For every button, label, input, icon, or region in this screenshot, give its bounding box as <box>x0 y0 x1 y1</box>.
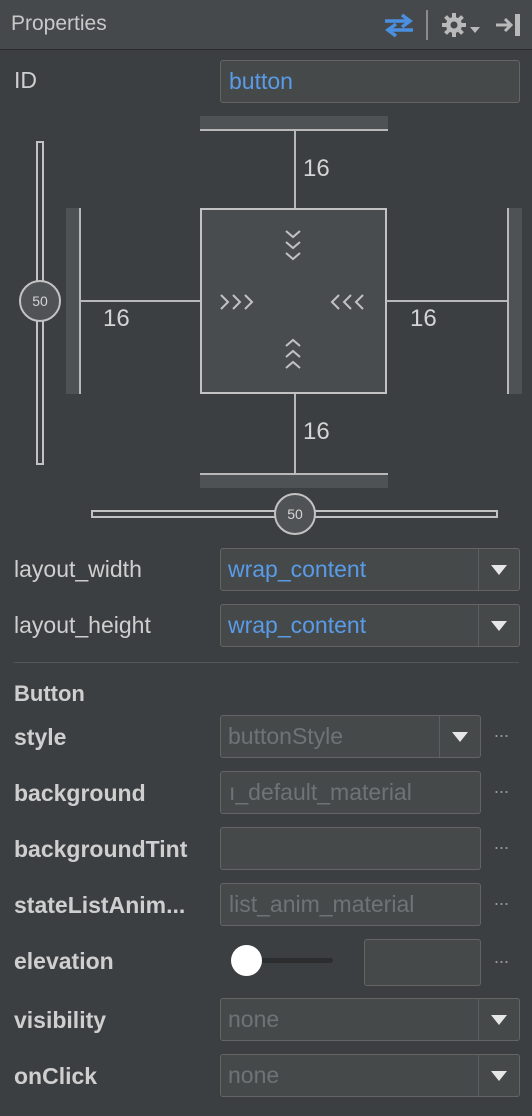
margin-bottom-value[interactable]: 16 <box>303 418 330 446</box>
vertical-bias-value[interactable]: 50 <box>20 292 60 310</box>
visibility-dropdown[interactable]: none <box>220 998 520 1041</box>
pin-to-side-icon[interactable] <box>494 12 522 38</box>
layout-width-dropdown[interactable]: wrap_content <box>220 548 520 591</box>
swap-arrows-icon[interactable] <box>381 12 417 38</box>
layout-width-value: wrap_content <box>228 556 367 582</box>
margin-right-value[interactable]: 16 <box>410 305 437 333</box>
background-label: background <box>14 780 146 806</box>
dropdown-arrow-icon[interactable] <box>478 1055 519 1096</box>
left-constraint-bar <box>66 208 80 394</box>
section-divider <box>14 662 519 663</box>
elevation-label: elevation <box>14 948 114 974</box>
gear-icon[interactable] <box>440 11 468 39</box>
chevron-down-icon[interactable] <box>470 21 480 33</box>
onclick-dropdown[interactable]: none <box>220 1054 520 1097</box>
dropdown-arrow-icon[interactable] <box>439 716 480 757</box>
layout-height-value: wrap_content <box>228 612 367 638</box>
layout-height-label: layout_height <box>14 612 151 638</box>
state-list-anim-input[interactable]: list_anim_material <box>220 883 481 926</box>
background-more-button[interactable]: ··· <box>491 781 511 801</box>
state-list-anim-label: stateListAnim... <box>14 892 186 918</box>
margin-top-value[interactable]: 16 <box>303 155 330 183</box>
toolbar-divider <box>426 10 428 40</box>
elevation-more-button[interactable]: ··· <box>491 951 511 971</box>
dropdown-arrow-icon[interactable] <box>478 999 519 1040</box>
elevation-input[interactable] <box>364 939 481 986</box>
dropdown-arrow-icon[interactable] <box>478 605 519 646</box>
margin-left-value[interactable]: 16 <box>103 305 130 333</box>
top-constraint-bar <box>200 116 388 130</box>
layout-width-label: layout_width <box>14 556 142 582</box>
state-list-anim-more-button[interactable]: ··· <box>491 893 511 913</box>
visibility-label: visibility <box>14 1007 107 1033</box>
onclick-value: none <box>228 1062 280 1088</box>
right-constraint-bar <box>508 208 522 394</box>
style-value: buttonStyle <box>228 723 344 749</box>
horizontal-bias-value[interactable]: 50 <box>275 505 315 523</box>
panel-title: Properties <box>11 12 107 35</box>
bottom-constraint-bar <box>200 474 388 488</box>
style-label: style <box>14 724 67 750</box>
id-label: ID <box>14 67 37 93</box>
id-input[interactable]: button <box>220 60 520 103</box>
background-tint-input[interactable] <box>220 827 481 870</box>
layout-height-dropdown[interactable]: wrap_content <box>220 604 520 647</box>
background-tint-more-button[interactable]: ··· <box>491 837 511 857</box>
dropdown-arrow-icon[interactable] <box>478 549 519 590</box>
style-more-button[interactable]: ··· <box>491 725 511 745</box>
onclick-label: onClick <box>14 1063 98 1089</box>
elevation-slider-knob[interactable] <box>231 945 262 976</box>
background-input[interactable]: ı_default_material <box>220 771 481 814</box>
constraint-inspector <box>19 116 522 535</box>
style-dropdown[interactable]: buttonStyle <box>220 715 481 758</box>
visibility-value: none <box>228 1006 280 1032</box>
background-tint-label: backgroundTint <box>14 836 188 862</box>
section-title-button: Button <box>14 681 85 706</box>
